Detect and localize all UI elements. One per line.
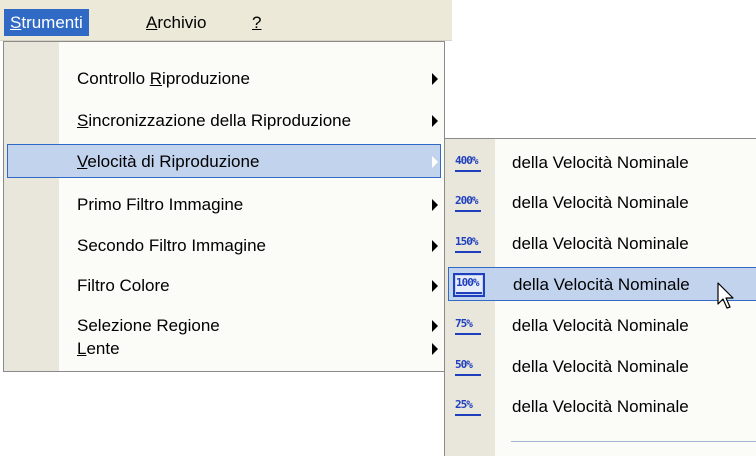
submenu-arrow-icon (432, 199, 438, 211)
menu-bar: Strumenti Archivio ? (0, 0, 452, 41)
menu-help[interactable]: ? (246, 9, 267, 36)
submenu-arrow-icon (432, 343, 438, 355)
speed-item-25[interactable]: 25% della Velocità Nominale (448, 390, 756, 424)
strumenti-dropdown: Controllo Riproduzione Sincronizzazione … (3, 41, 445, 372)
menu-strumenti-label: trumenti (21, 13, 83, 32)
speed-item-label: della Velocità Nominale (512, 234, 689, 253)
menu-item-label: Filtro Colore (77, 276, 170, 295)
speed-150-icon: 150% (455, 235, 481, 253)
menu-item-velocita-riproduzione[interactable]: Velocità di Riproduzione (7, 144, 441, 178)
menu-item-controllo-riproduzione[interactable]: Controllo Riproduzione (7, 62, 441, 96)
menu-item-primo-filtro[interactable]: Primo Filtro Immagine (7, 188, 441, 222)
submenu-arrow-icon (432, 280, 438, 292)
submenu-arrow-icon (432, 240, 438, 252)
velocita-submenu: 400% della Velocità Nominale 200% della … (444, 138, 756, 456)
speed-75-icon: 75% (455, 317, 481, 335)
menu-archivio-label: rchivio (157, 13, 207, 32)
menu-item-filtro-colore[interactable]: Filtro Colore (7, 269, 441, 303)
menu-item-label: Sincronizzazione della Riproduzione (77, 111, 352, 130)
speed-item-label: della Velocità Nominale (512, 357, 689, 376)
speed-50-icon: 50% (455, 358, 481, 376)
speed-100-icon: 100% (453, 273, 485, 297)
speed-item-150[interactable]: 150% della Velocità Nominale (448, 227, 756, 261)
speed-400-icon: 400% (455, 154, 481, 172)
speed-200-icon: 200% (455, 194, 481, 212)
menu-item-label: Controllo Riproduzione (77, 69, 250, 88)
mouse-cursor-icon (717, 282, 734, 309)
speed-item-75[interactable]: 75% della Velocità Nominale (448, 309, 756, 343)
submenu-separator (511, 441, 756, 442)
speed-item-200[interactable]: 200% della Velocità Nominale (448, 186, 756, 220)
submenu-arrow-icon (432, 156, 438, 168)
menu-archivio-accel: A (146, 13, 158, 32)
menu-item-label: Lente (77, 339, 120, 358)
speed-item-400[interactable]: 400% della Velocità Nominale (448, 146, 756, 180)
speed-item-label: della Velocità Nominale (512, 193, 689, 212)
speed-item-label: della Velocità Nominale (512, 316, 689, 335)
speed-25-icon: 25% (455, 398, 481, 416)
menu-item-label: Velocità di Riproduzione (77, 152, 260, 171)
submenu-arrow-icon (432, 73, 438, 85)
submenu-arrow-icon (432, 115, 438, 127)
speed-item-label: della Velocità Nominale (513, 275, 690, 294)
menu-item-lente[interactable]: Lente (7, 332, 441, 366)
menu-help-label: ? (252, 13, 262, 32)
menu-archivio[interactable]: Archivio (140, 9, 212, 36)
menu-strumenti-accel: S (10, 13, 22, 32)
menu-item-label: Secondo Filtro Immagine (77, 236, 266, 255)
menu-item-label: Primo Filtro Immagine (77, 195, 244, 214)
menu-item-secondo-filtro[interactable]: Secondo Filtro Immagine (7, 229, 441, 263)
speed-item-50[interactable]: 50% della Velocità Nominale (448, 350, 756, 384)
menu-item-sincronizzazione[interactable]: Sincronizzazione della Riproduzione (7, 104, 441, 138)
speed-item-label: della Velocità Nominale (512, 153, 689, 172)
submenu-arrow-icon (432, 320, 438, 332)
menu-strumenti[interactable]: Strumenti (4, 9, 89, 36)
speed-item-100[interactable]: 100% della Velocità Nominale (448, 267, 756, 301)
speed-item-label: della Velocità Nominale (512, 397, 689, 416)
